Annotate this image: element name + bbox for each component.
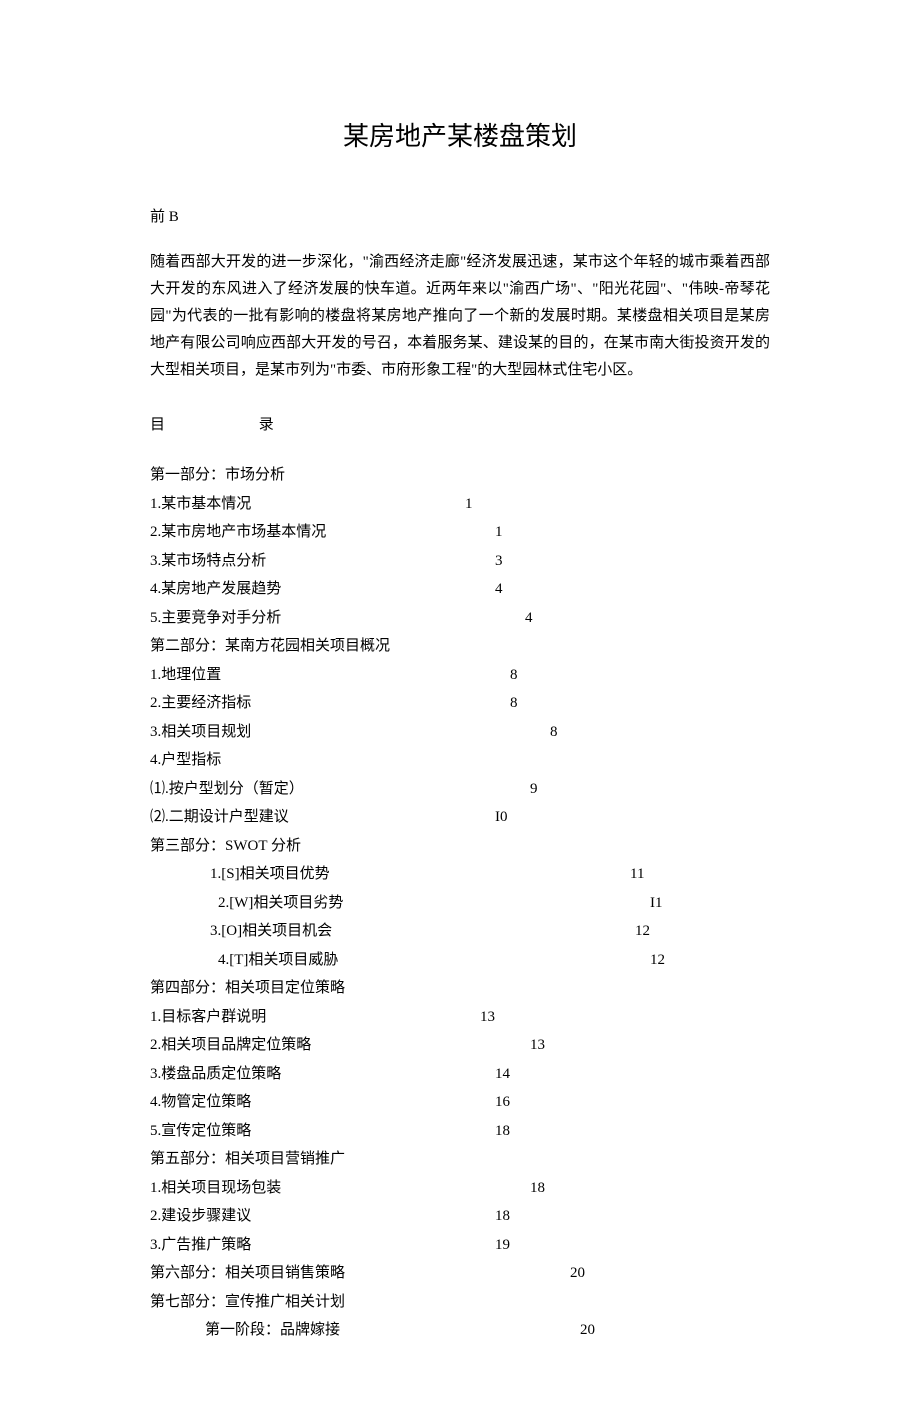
toc-entry-page: 9 xyxy=(530,778,538,801)
toc-row: 4.物管定位策略 16 xyxy=(150,1088,770,1117)
toc-row: 第一部分：市场分析 xyxy=(150,461,770,490)
toc-entry-page: 8 xyxy=(550,721,558,744)
toc-entry-text: 3.某市场特点分析 xyxy=(150,550,266,573)
toc-row: 2.主要经济指标 8 xyxy=(150,689,770,718)
toc-entry-page: 11 xyxy=(630,863,644,886)
toc-row: 2.相关项目品牌定位策略 13 xyxy=(150,1031,770,1060)
toc-entry-text: 1.相关项目现场包装 xyxy=(150,1177,281,1200)
toc-row: 1.相关项目现场包装 18 xyxy=(150,1174,770,1203)
toc-row: 第一阶段：品牌嫁接 20 xyxy=(150,1316,770,1345)
toc-row: 第四部分：相关项目定位策略 xyxy=(150,974,770,1003)
toc-entry-text: 5.宣传定位策略 xyxy=(150,1120,251,1143)
toc-entry-page: 18 xyxy=(495,1205,510,1228)
toc-entry-text: 第四部分：相关项目定位策略 xyxy=(150,977,345,1000)
toc-row: 3.楼盘品质定位策略 14 xyxy=(150,1060,770,1089)
toc-row: 1.地理位置 8 xyxy=(150,661,770,690)
preface-body: 随着西部大开发的进一步深化，"渝西经济走廊"经济发展迅速，某市这个年轻的城市乘着… xyxy=(150,249,770,384)
toc-row: 5.主要竞争对手分析 4 xyxy=(150,604,770,633)
toc-entry-text: 4.[T]相关项目威胁 xyxy=(210,949,338,972)
toc-entry-page: 3 xyxy=(495,550,503,573)
toc-entry-text: 第五部分：相关项目营销推广 xyxy=(150,1148,345,1171)
toc-entry-text: 2.主要经济指标 xyxy=(150,692,251,715)
toc-row: 4.户型指标 xyxy=(150,746,770,775)
toc-entry-page: 14 xyxy=(495,1063,510,1086)
toc-entry-text: 第六部分：相关项目销售策略 xyxy=(150,1262,345,1285)
toc-entry-page: 13 xyxy=(480,1006,495,1029)
toc-entry-text: 4.户型指标 xyxy=(150,749,221,772)
toc-entry-page: 4 xyxy=(495,578,503,601)
toc-entry-text: 第一部分：市场分析 xyxy=(150,464,285,487)
toc-entry-page: 1 xyxy=(465,493,473,516)
document-title: 某房地产某楼盘策划 xyxy=(150,117,770,156)
toc-heading: 目 录 xyxy=(150,414,770,437)
toc-entry-text: 2.建设步骤建议 xyxy=(150,1205,251,1228)
toc-entry-text: 2.某市房地产市场基本情况 xyxy=(150,521,326,544)
toc-row: 1.某市基本情况 1 xyxy=(150,490,770,519)
toc-row: 4.某房地产发展趋势 4 xyxy=(150,575,770,604)
preface-label: 前 B xyxy=(150,206,770,229)
toc-row: 4.[T]相关项目威胁 12 xyxy=(150,946,770,975)
toc-entry-page: 8 xyxy=(510,664,518,687)
toc-entry-text: 第一阶段：品牌嫁接 xyxy=(205,1319,340,1342)
toc-row: 第三部分：SWOT 分析 xyxy=(150,832,770,861)
toc-row: 1.目标客户群说明 13 xyxy=(150,1003,770,1032)
toc-row: 第七部分：宣传推广相关计划 xyxy=(150,1288,770,1317)
toc-entry-page: 18 xyxy=(495,1120,510,1143)
toc-entry-page: 16 xyxy=(495,1091,510,1114)
toc-entry-text: 4.物管定位策略 xyxy=(150,1091,251,1114)
toc-row: 第二部分：某南方花园相关项目概况 xyxy=(150,632,770,661)
toc-entry-text: 3.广告推广策略 xyxy=(150,1234,251,1257)
toc-entry-page: 13 xyxy=(530,1034,545,1057)
toc-row: 第五部分：相关项目营销推广 xyxy=(150,1145,770,1174)
toc-entry-page: 12 xyxy=(650,949,665,972)
toc-row: 2.某市房地产市场基本情况 1 xyxy=(150,518,770,547)
toc-entry-page: 18 xyxy=(530,1177,545,1200)
toc-entry-text: 1.地理位置 xyxy=(150,664,221,687)
toc-row: 3.相关项目规划 8 xyxy=(150,718,770,747)
toc-entry-text: 3.相关项目规划 xyxy=(150,721,251,744)
toc-row: 5.宣传定位策略 18 xyxy=(150,1117,770,1146)
table-of-contents: 第一部分：市场分析 1.某市基本情况 1 2.某市房地产市场基本情况 1 3.某市场特点分… xyxy=(150,461,770,1345)
toc-entry-page: 1 xyxy=(495,521,503,544)
toc-row: ⑵.二期设计户型建议 I0 xyxy=(150,803,770,832)
toc-entry-page: 12 xyxy=(635,920,650,943)
toc-heading-part1: 目 xyxy=(150,414,165,437)
toc-entry-text: 1.目标客户群说明 xyxy=(150,1006,266,1029)
toc-entry-page: 20 xyxy=(570,1262,585,1285)
toc-row: 2.建设步骤建议 18 xyxy=(150,1202,770,1231)
toc-entry-page: 8 xyxy=(510,692,518,715)
toc-entry-text: 2.[W]相关项目劣势 xyxy=(210,892,343,915)
toc-entry-text: ⑴.按户型划分（暂定） xyxy=(150,778,304,801)
toc-entry-text: 第七部分：宣传推广相关计划 xyxy=(150,1291,345,1314)
toc-entry-text: 4.某房地产发展趋势 xyxy=(150,578,281,601)
toc-entry-page: 4 xyxy=(525,607,533,630)
toc-entry-page: 20 xyxy=(580,1319,595,1342)
toc-entry-text: 3.[O]相关项目机会 xyxy=(210,920,332,943)
toc-entry-text: 1.某市基本情况 xyxy=(150,493,251,516)
toc-entry-text: ⑵.二期设计户型建议 xyxy=(150,806,289,829)
toc-entry-text: 5.主要竞争对手分析 xyxy=(150,607,281,630)
toc-entry-page: I1 xyxy=(650,892,663,915)
toc-entry-text: 第二部分：某南方花园相关项目概况 xyxy=(150,635,390,658)
toc-entry-text: 2.相关项目品牌定位策略 xyxy=(150,1034,311,1057)
toc-entry-text: 1.[S]相关项目优势 xyxy=(210,863,330,886)
toc-row: 3.[O]相关项目机会 12 xyxy=(150,917,770,946)
toc-entry-text: 3.楼盘品质定位策略 xyxy=(150,1063,281,1086)
toc-entry-text: 第三部分：SWOT 分析 xyxy=(150,835,301,858)
toc-entry-page: 19 xyxy=(495,1234,510,1257)
toc-row: 第六部分：相关项目销售策略 20 xyxy=(150,1259,770,1288)
toc-heading-part2: 录 xyxy=(259,414,274,437)
toc-row: 3.某市场特点分析 3 xyxy=(150,547,770,576)
toc-row: 1.[S]相关项目优势 11 xyxy=(150,860,770,889)
toc-row: 2.[W]相关项目劣势 I1 xyxy=(150,889,770,918)
toc-row: ⑴.按户型划分（暂定） 9 xyxy=(150,775,770,804)
toc-row: 3.广告推广策略 19 xyxy=(150,1231,770,1260)
toc-entry-page: I0 xyxy=(495,806,508,829)
